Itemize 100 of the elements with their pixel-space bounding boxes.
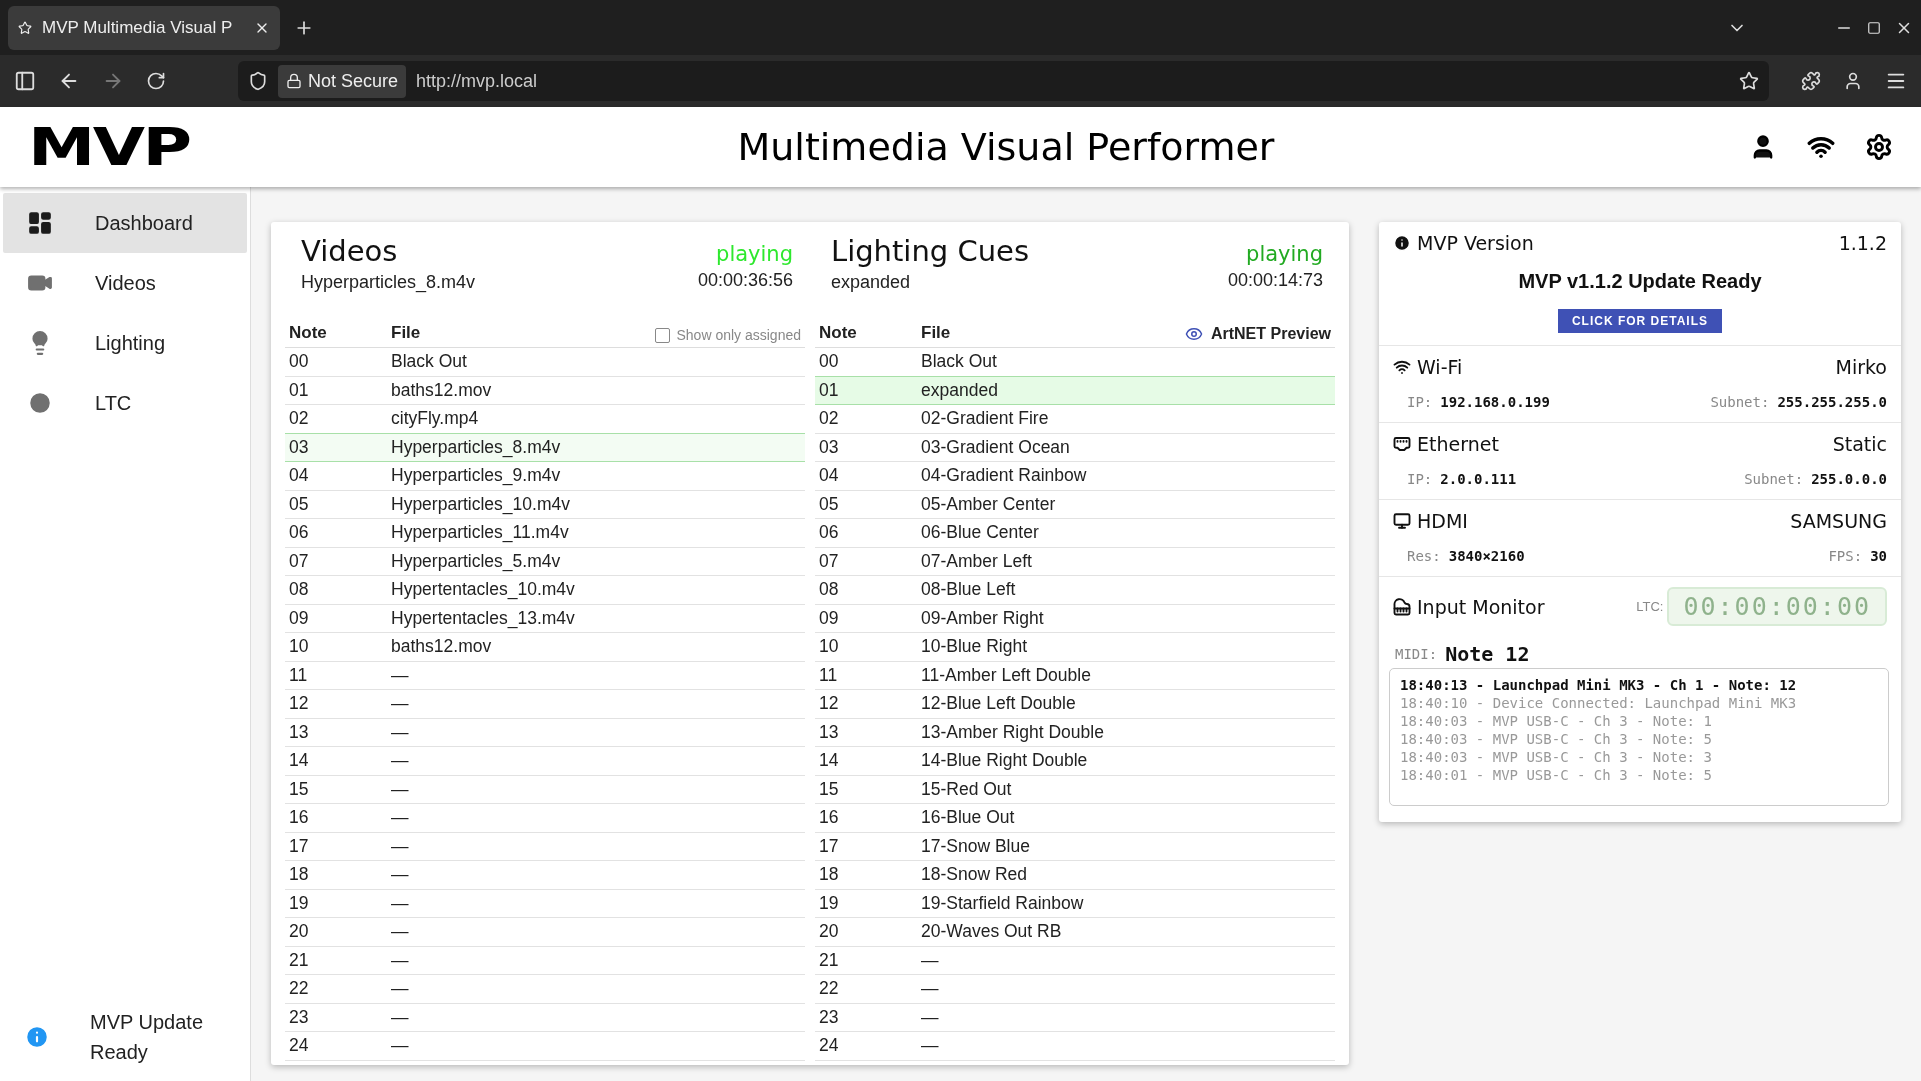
maximize-icon[interactable] <box>1867 20 1881 35</box>
sidebar-item[interactable]: LTC <box>3 373 247 433</box>
column-header: File <box>921 323 951 343</box>
table-row[interactable]: 14 14-Blue Right Double <box>815 747 1335 776</box>
field-label: FPS: <box>1828 548 1863 564</box>
table-row[interactable]: 17 17-Snow Blue <box>815 832 1335 861</box>
table-row[interactable]: 08 Hypertentacles_10.m4v <box>285 576 805 605</box>
table-row[interactable]: 19 19-Starfield Rainbow <box>815 889 1335 918</box>
table-row[interactable]: 21 — <box>815 946 1335 975</box>
monitor-icon <box>1393 512 1411 530</box>
table-row[interactable]: 16 — <box>285 804 805 833</box>
table-row[interactable]: 11 11-Amber Left Double <box>815 661 1335 690</box>
field-value: 192.168.0.199 <box>1440 394 1550 410</box>
sidebar-item[interactable]: Lighting <box>3 313 247 373</box>
table-row[interactable]: 12 — <box>285 690 805 719</box>
table-row[interactable]: 04 Hyperparticles_9.m4v <box>285 462 805 491</box>
sidebar-item[interactable]: Videos <box>3 253 247 313</box>
table-row[interactable]: 14 — <box>285 747 805 776</box>
info-icon <box>24 1024 50 1050</box>
note-cell-text: 09 <box>289 607 310 629</box>
file-cell: 20-Waves Out RB <box>921 921 1062 943</box>
ltc-display: 00:00:00:00 <box>1667 587 1887 626</box>
table-row[interactable]: 18 — <box>285 861 805 890</box>
note-cell-text: 06 <box>819 522 840 544</box>
table-row[interactable]: 22 — <box>285 975 805 1004</box>
reload-icon[interactable] <box>146 71 166 91</box>
playback-status: playing <box>1246 242 1323 266</box>
table-row[interactable]: 06 Hyperparticles_11.m4v <box>285 519 805 548</box>
table-row[interactable]: 22 — <box>815 975 1335 1004</box>
table-row[interactable]: 06 06-Blue Center <box>815 519 1335 548</box>
section-value: SAMSUNG <box>1790 510 1887 532</box>
table-row[interactable]: 08 08-Blue Left <box>815 576 1335 605</box>
table-row[interactable]: 12 12-Blue Left Double <box>815 690 1335 719</box>
update-notice[interactable]: MVP Update Ready <box>90 1007 210 1067</box>
table-row[interactable]: 07 Hyperparticles_5.m4v <box>285 547 805 576</box>
table-row[interactable]: 10 10-Blue Right <box>815 633 1335 662</box>
table-row[interactable]: 23 — <box>285 1003 805 1032</box>
note-cell-text: 15 <box>289 778 310 800</box>
settings-icon[interactable] <box>1865 133 1893 161</box>
table-row[interactable]: 00 Black Out <box>285 348 805 377</box>
column-header: File <box>391 323 421 343</box>
table-row[interactable]: 05 Hyperparticles_10.m4v <box>285 490 805 519</box>
table-row[interactable]: 03 03-Gradient Ocean <box>815 433 1335 462</box>
file-cell: 02-Gradient Fire <box>921 408 1049 430</box>
table-row[interactable]: 10 baths12.mov <box>285 633 805 662</box>
panel-title: Videos <box>301 234 398 268</box>
sidebar-item[interactable]: Dashboard <box>3 193 247 253</box>
artnet-preview-button[interactable]: ArtNET Preview <box>1184 325 1331 343</box>
table-row[interactable]: 07 07-Amber Left <box>815 547 1335 576</box>
table-row[interactable]: 20 20-Waves Out RB <box>815 918 1335 947</box>
table-row[interactable]: 13 — <box>285 718 805 747</box>
table-row[interactable]: 24 — <box>285 1032 805 1061</box>
file-cell: baths12.mov <box>391 636 492 658</box>
table-row[interactable]: 18 18-Snow Red <box>815 861 1335 890</box>
note-cell-text: 01 <box>289 379 310 401</box>
extensions-icon[interactable] <box>1801 71 1821 91</box>
details-button[interactable]: CLICK FOR DETAILS <box>1557 309 1723 333</box>
table-row[interactable]: 15 — <box>285 775 805 804</box>
update-notice: MVP v1.1.2 Update Ready <box>1518 270 1762 293</box>
note-cell-text: 16 <box>819 807 840 829</box>
profile-icon[interactable] <box>1843 71 1863 91</box>
table-row[interactable]: 11 — <box>285 661 805 690</box>
table-row[interactable]: 15 15-Red Out <box>815 775 1335 804</box>
table-row[interactable]: 17 — <box>285 832 805 861</box>
midi-label: MIDI: <box>1395 646 1438 662</box>
log-entry: 18:40:13 - Launchpad Mini MK3 - Ch 1 - Note: 12 <box>1400 677 1798 693</box>
file-cell: Black Out <box>921 351 997 373</box>
table-row[interactable]: 09 09-Amber Right <box>815 604 1335 633</box>
table-row[interactable]: 16 16-Blue Out <box>815 804 1335 833</box>
table-row[interactable]: 02 02-Gradient Fire <box>815 405 1335 434</box>
table-row[interactable]: 19 — <box>285 889 805 918</box>
table-row[interactable]: 04 04-Gradient Rainbow <box>815 462 1335 491</box>
file-cell: — <box>921 1006 939 1028</box>
table-row[interactable]: 09 Hypertentacles_13.m4v <box>285 604 805 633</box>
file-cell: 10-Blue Right <box>921 636 1028 658</box>
browser-tab[interactable]: MVP Multimedia Visual P <box>8 5 280 50</box>
log-entry: 18:40:03 - MVP USB-C - Ch 3 - Note: 5 <box>1400 731 1713 747</box>
address-bar[interactable]: Not Secure http://mvp.local <box>238 61 1769 101</box>
bookmark-icon[interactable] <box>1739 71 1759 91</box>
piano-icon <box>1393 597 1411 616</box>
table-row[interactable]: 24 — <box>815 1032 1335 1061</box>
table-row[interactable]: 01 baths12.mov <box>285 376 805 405</box>
table-row[interactable]: 13 13-Amber Right Double <box>815 718 1335 747</box>
show-assigned-checkbox[interactable]: Show only assigned <box>655 327 801 343</box>
table-row[interactable]: 03 Hyperparticles_8.m4v <box>285 433 805 462</box>
table-row[interactable]: 23 — <box>815 1003 1335 1032</box>
shield-icon <box>248 71 268 91</box>
table-row[interactable]: 05 05-Amber Center <box>815 490 1335 519</box>
note-cell-text: 10 <box>819 636 840 658</box>
table-row[interactable]: 20 — <box>285 918 805 947</box>
table-row[interactable]: 21 — <box>285 946 805 975</box>
table-row[interactable]: 01 expanded <box>815 376 1335 405</box>
ltc-label: LTC: <box>1636 599 1664 614</box>
security-badge[interactable]: Not Secure <box>278 64 407 98</box>
file-cell: 04-Gradient Rainbow <box>921 465 1087 487</box>
note-cell-text: 04 <box>289 465 310 487</box>
sidebar-icon[interactable] <box>14 70 36 92</box>
note-cell-text: 12 <box>819 693 840 715</box>
url-text: http://mvp.local <box>416 70 538 92</box>
file-cell: 05-Amber Center <box>921 493 1056 515</box>
